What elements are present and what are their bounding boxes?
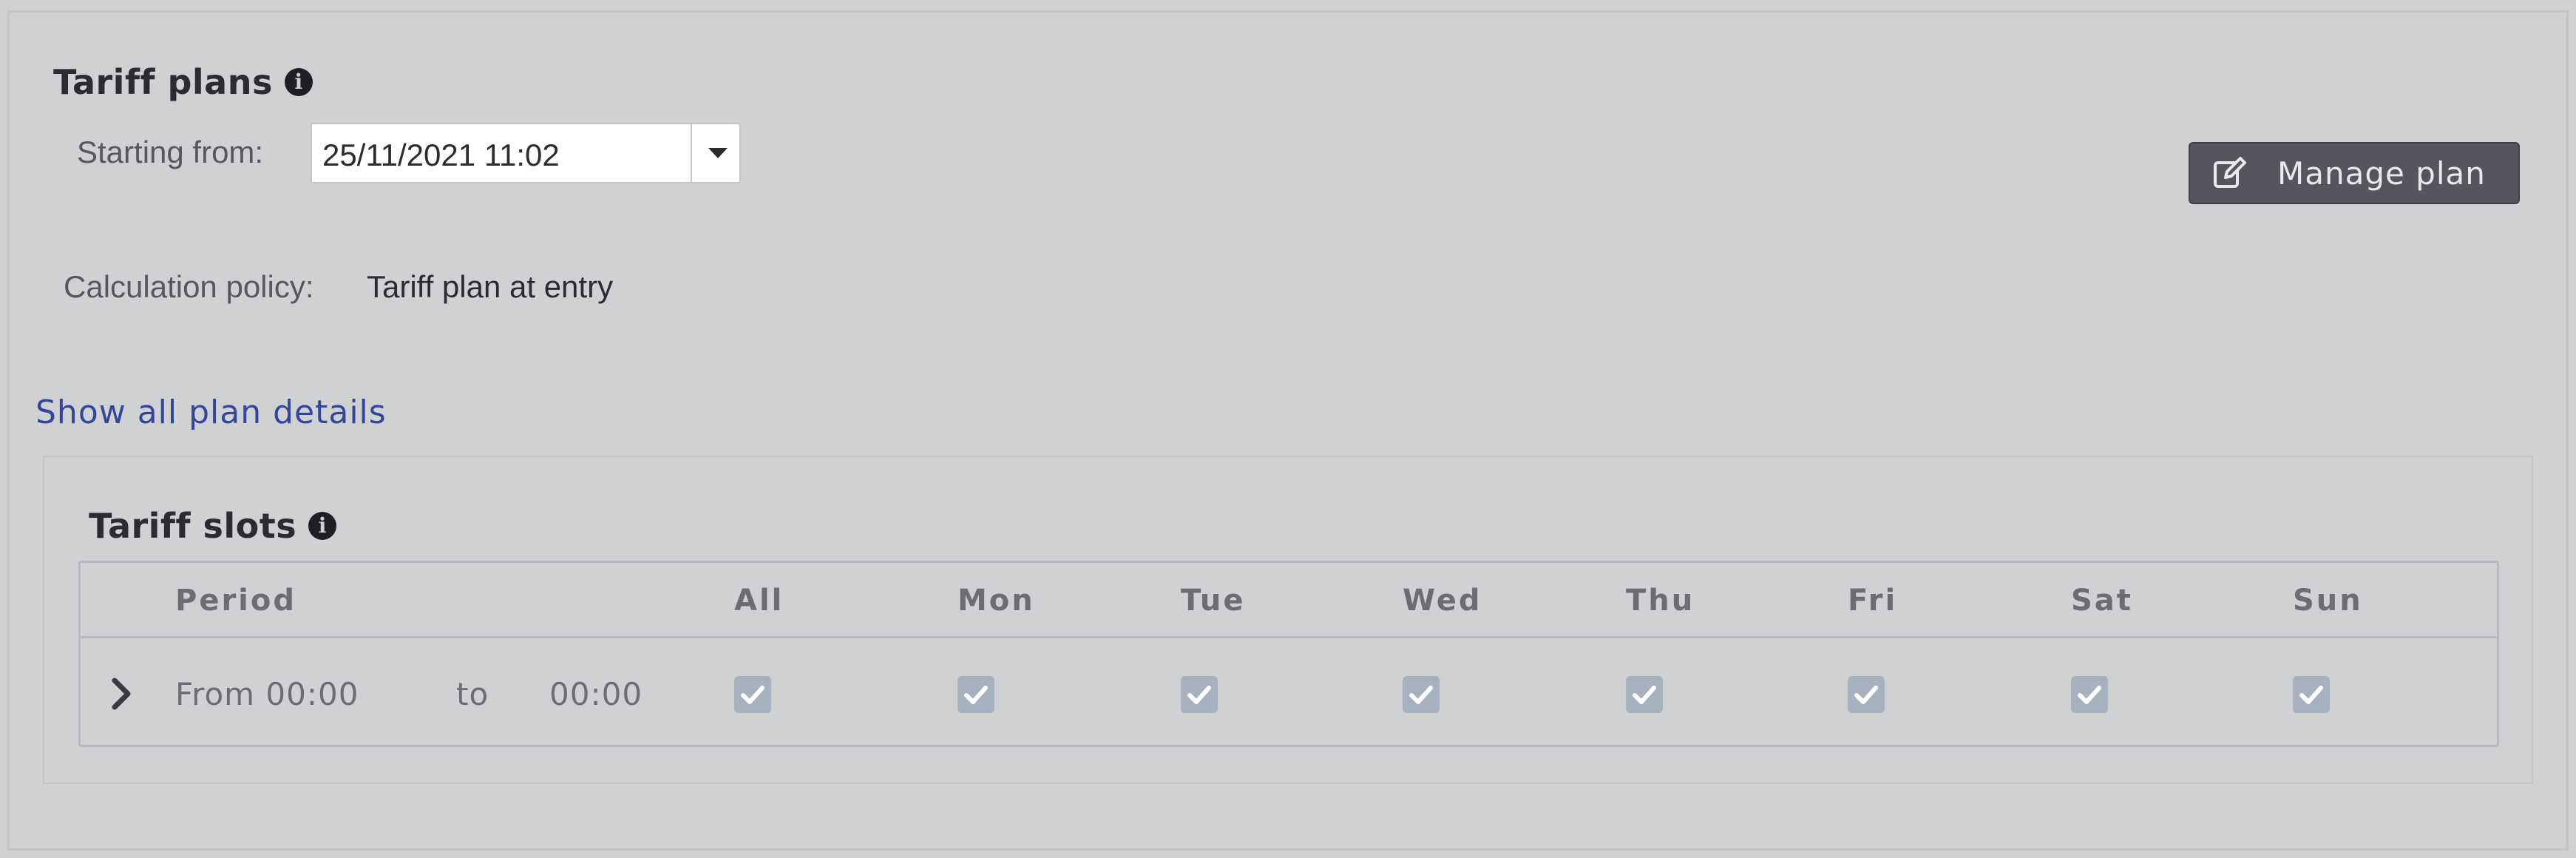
checkbox-all[interactable] xyxy=(734,676,771,713)
edit-icon xyxy=(2214,157,2246,188)
column-header-thu: Thu xyxy=(1626,584,1695,618)
manage-plan-button[interactable]: Manage plan xyxy=(2189,142,2520,204)
tariff-slots-table: Period All Mon Tue Wed Thu Fri Sat Sun F… xyxy=(78,561,2499,747)
checkbox-thu[interactable] xyxy=(1626,676,1663,713)
column-header-sat: Sat xyxy=(2071,584,2133,618)
select-divider xyxy=(691,124,692,182)
info-icon[interactable]: i xyxy=(284,68,313,96)
tariff-slots-title: Tariff slots xyxy=(89,506,297,546)
tariff-plans-header: Tariff plans i xyxy=(53,62,313,102)
column-header-all: All xyxy=(734,584,784,618)
column-header-fri: Fri xyxy=(1848,584,1898,618)
starting-from-value[interactable]: 25/11/2021 11:02 xyxy=(322,138,560,173)
chevron-right-icon[interactable] xyxy=(110,678,132,710)
column-header-wed: Wed xyxy=(1403,584,1482,618)
checkbox-fri[interactable] xyxy=(1848,676,1885,713)
checkbox-sun[interactable] xyxy=(2293,676,2330,713)
checkbox-tue[interactable] xyxy=(1181,676,1218,713)
show-all-plan-details-link[interactable]: Show all plan details xyxy=(35,393,387,431)
checkbox-wed[interactable] xyxy=(1403,676,1440,713)
period-from: From 00:00 xyxy=(175,676,359,712)
caret-down-icon[interactable] xyxy=(708,148,728,158)
period-to-label: to xyxy=(456,676,489,712)
calculation-policy-label: Calculation policy: xyxy=(64,269,314,304)
column-header-sun: Sun xyxy=(2293,584,2363,618)
column-header-period: Period xyxy=(175,584,296,618)
info-icon[interactable]: i xyxy=(308,512,337,540)
checkbox-mon[interactable] xyxy=(957,676,994,713)
period-to-value: 00:00 xyxy=(549,676,643,712)
checkbox-sat[interactable] xyxy=(2071,676,2108,713)
manage-plan-label: Manage plan xyxy=(2277,155,2486,192)
tariff-plans-title: Tariff plans xyxy=(53,62,273,102)
column-header-tue: Tue xyxy=(1181,584,1246,618)
table-row: From 00:00 to 00:00 xyxy=(81,641,2497,747)
starting-from-select[interactable]: 25/11/2021 11:02 xyxy=(311,123,741,183)
tariff-slots-header: Tariff slots i xyxy=(89,506,337,546)
calculation-policy-value: Tariff plan at entry xyxy=(367,269,614,304)
table-header: Period All Mon Tue Wed Thu Fri Sat Sun xyxy=(81,563,2497,638)
starting-from-label: Starting from: xyxy=(77,135,264,169)
column-header-mon: Mon xyxy=(957,584,1035,618)
